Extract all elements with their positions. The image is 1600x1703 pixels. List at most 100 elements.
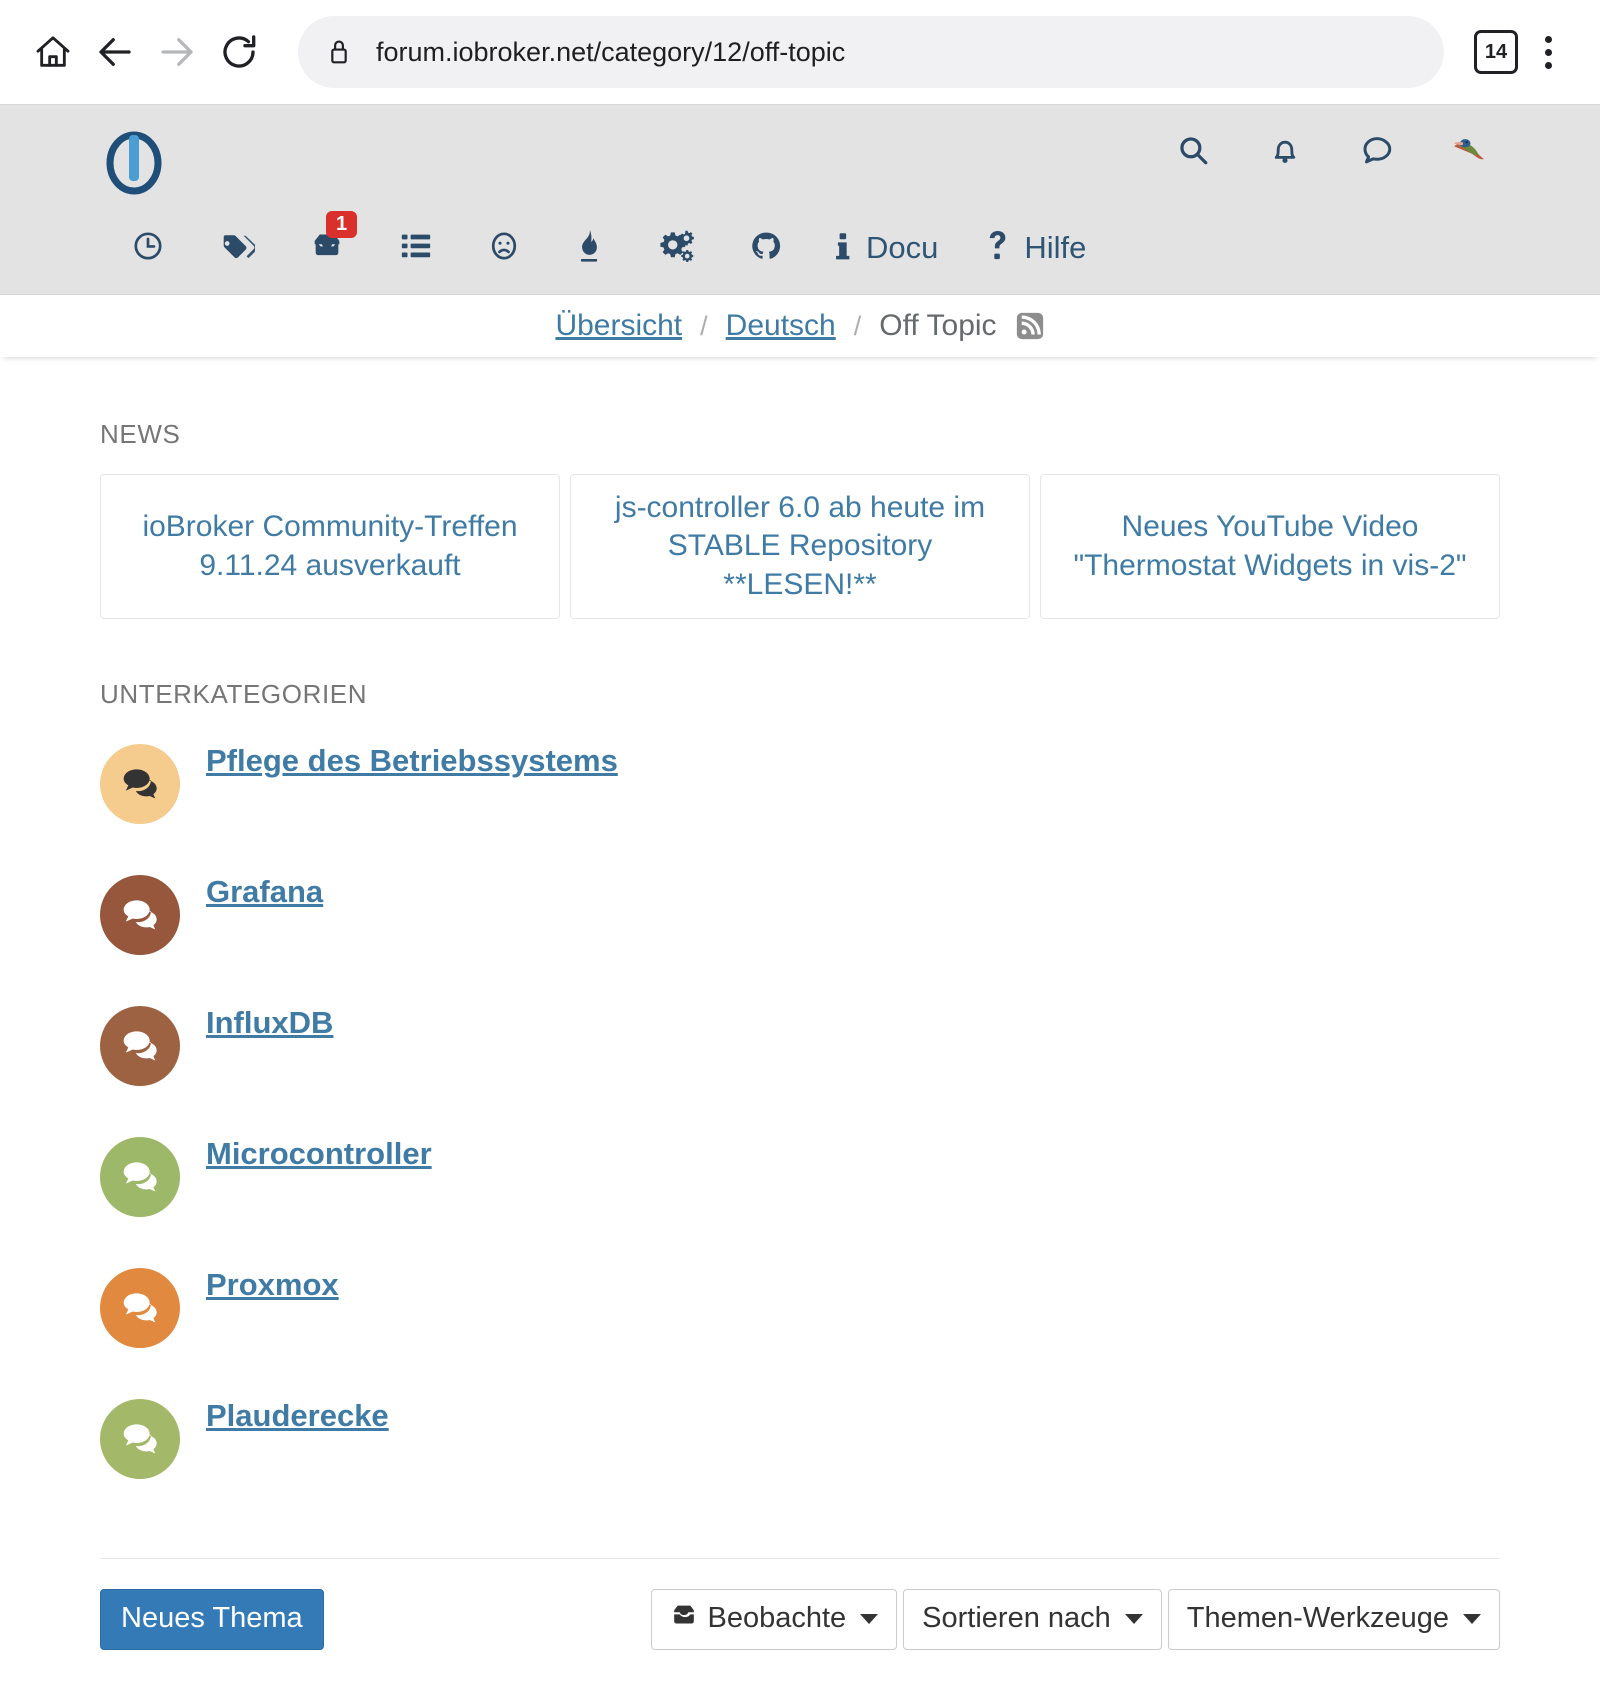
list-item[interactable]: Plauderecke [100,1389,1500,1520]
category-link[interactable]: Plauderecke [206,1398,389,1433]
breadcrumb-separator: / [700,310,708,341]
bell-icon[interactable] [1264,129,1306,171]
back-button[interactable] [84,21,146,83]
rss-feed-icon[interactable] [1015,311,1045,341]
breadcrumb-item-uebersicht[interactable]: Übersicht [555,309,682,343]
nav-item-tags[interactable] [192,213,282,283]
list-item[interactable]: Microcontroller [100,1127,1500,1258]
chat-bubble-icon[interactable] [1356,129,1398,171]
news-card[interactable]: Neues YouTube Video "Thermostat Widgets … [1040,474,1500,620]
unread-badge: 1 [326,211,358,238]
news-card[interactable]: js-controller 6.0 ab heute im STABLE Rep… [570,474,1030,620]
forward-arrow-icon [156,31,198,73]
nav-item-categories[interactable] [372,213,460,283]
iobroker-logo[interactable] [104,127,164,200]
news-heading: NEWS [100,419,181,449]
comments-icon [123,1031,157,1061]
forum-header: 1 Docu Hilfe [0,105,1600,295]
category-link[interactable]: InfluxDB [206,1005,333,1040]
home-icon [33,32,73,72]
subcategory-list: Pflege des Betriebssystems Grafana Influ… [100,734,1500,1554]
chevron-down-icon [1124,1613,1143,1624]
reload-button[interactable] [208,21,270,83]
forward-button[interactable] [146,21,208,83]
category-link[interactable]: Proxmox [206,1267,339,1302]
category-avatar [100,1006,180,1087]
news-card[interactable]: ioBroker Community-Treffen 9.11.24 ausve… [100,474,560,620]
breadcrumb-separator: / [853,310,862,341]
watch-dropdown-button[interactable]: Beobachte [650,1589,898,1650]
nav-item-adapters[interactable] [630,213,722,283]
user-avatar[interactable] [1448,129,1490,171]
tab-counter-button[interactable]: 14 [1474,30,1518,74]
new-topic-button[interactable]: Neues Thema [100,1589,324,1650]
category-body: Grafana [180,865,323,909]
nav-item-unsolved[interactable] [460,213,548,283]
flame-icon [575,228,603,269]
inbox-icon [670,1601,698,1636]
category-link[interactable]: Pflege des Betriebssystems [206,743,618,778]
sort-dropdown-button[interactable]: Sortieren nach [903,1589,1162,1650]
back-arrow-icon [94,31,136,73]
category-avatar [100,1137,180,1218]
breadcrumb: Übersicht / Deutsch / Off Topic [0,295,1600,357]
nav-item-hilfe[interactable]: Hilfe [962,213,1110,283]
url-text[interactable]: forum.iobroker.net/category/12/off-topic [376,37,845,68]
tools-label: Themen-Werkzeuge [1186,1602,1449,1635]
github-icon [749,229,783,268]
category-body: Pflege des Betriebssystems [180,734,618,778]
footer-button-group: Beobachte Sortieren nach Themen-Werkzeug… [650,1589,1500,1650]
list-item[interactable]: Pflege des Betriebssystems [100,734,1500,865]
header-icon-group [1172,129,1490,171]
nav-item-docu-label: Docu [866,230,939,265]
news-card-title: ioBroker Community-Treffen 9.11.24 ausve… [142,510,518,582]
comments-icon [123,1424,157,1454]
nav-item-github[interactable] [722,213,810,283]
category-body: Proxmox [180,1258,339,1302]
category-link[interactable]: Grafana [206,874,323,909]
lock-icon [324,35,354,69]
forum-nav: 1 Docu Hilfe [104,211,1110,283]
nav-item-docu[interactable]: Docu [810,213,962,283]
question-mark-icon [986,229,1010,268]
list-item[interactable]: InfluxDB [100,996,1500,1127]
category-body: Microcontroller [180,1127,432,1171]
reload-icon [218,31,260,73]
info-icon [834,229,852,268]
category-avatar [100,1268,180,1349]
breadcrumb-item-deutsch[interactable]: Deutsch [726,309,836,343]
category-footer-toolbar: Neues Thema Beobachte Sortieren nach The… [100,1558,1500,1650]
address-bar[interactable]: forum.iobroker.net/category/12/off-topic [298,16,1444,88]
sort-label: Sortieren nach [922,1602,1111,1635]
clock-icon [131,229,165,268]
subcategories-heading: UNTERKATEGORIEN [100,679,368,710]
browser-menu-button[interactable] [1518,22,1578,82]
breadcrumb-item-off-topic: Off Topic [879,309,997,342]
list-item[interactable]: Grafana [100,865,1500,996]
news-card-title: Neues YouTube Video "Thermostat Widgets … [1073,510,1467,582]
tab-count-label: 14 [1484,40,1508,63]
category-link[interactable]: Microcontroller [206,1136,432,1171]
category-avatar [100,1399,180,1480]
comments-icon [123,1162,157,1192]
gears-icon [657,229,695,268]
comments-icon [123,1293,157,1323]
tags-icon [219,229,258,268]
home-button[interactable] [22,21,84,83]
nav-item-recent[interactable] [104,213,192,283]
nav-item-hilfe-label: Hilfe [1024,230,1087,265]
watch-label: Beobachte [707,1602,847,1635]
news-card-title: js-controller 6.0 ab heute im STABLE Rep… [614,491,986,601]
nav-item-unread[interactable]: 1 [282,211,372,283]
search-icon[interactable] [1172,129,1214,171]
list-icon [399,230,433,267]
topic-tools-dropdown-button[interactable]: Themen-Werkzeuge [1167,1589,1500,1650]
kebab-dot [1544,48,1552,56]
sad-face-icon [487,229,521,268]
nav-item-popular[interactable] [548,213,630,283]
comments-icon [123,769,157,799]
list-item[interactable]: Proxmox [100,1258,1500,1389]
kebab-dot [1544,35,1552,43]
news-card-list: ioBroker Community-Treffen 9.11.24 ausve… [100,474,1500,620]
category-body: InfluxDB [180,996,333,1040]
